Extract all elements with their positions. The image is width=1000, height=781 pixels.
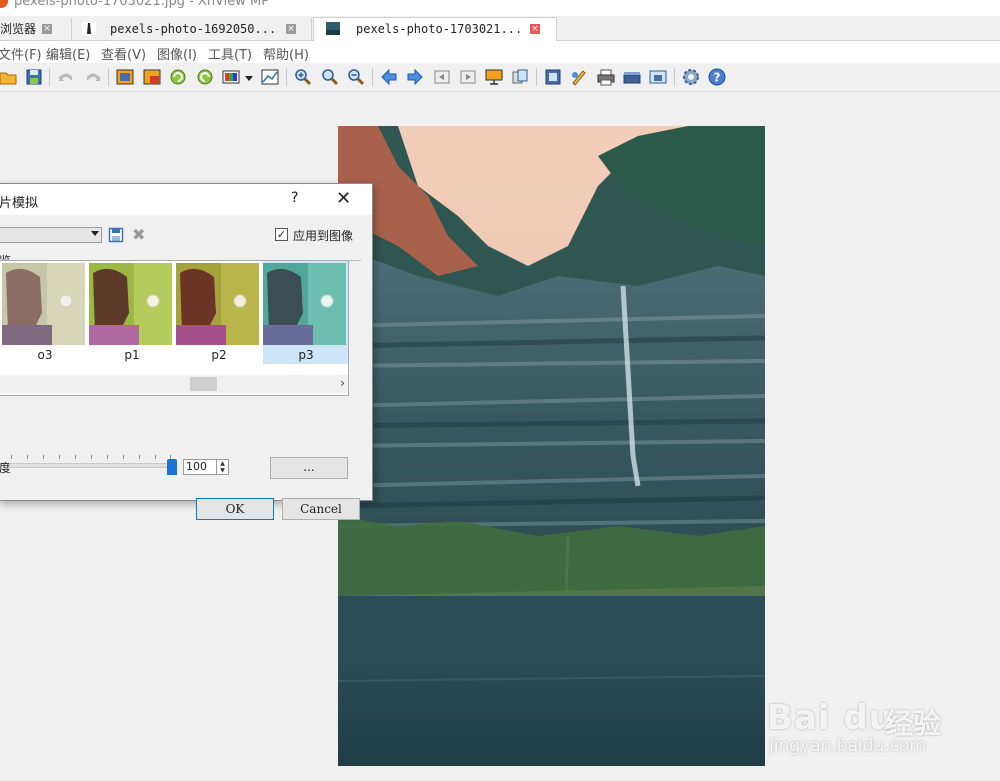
dialog-titlebar: 片模拟 ? ✕ <box>0 184 372 215</box>
help-button[interactable]: ? <box>291 190 298 206</box>
zoom-out-icon[interactable] <box>346 67 366 87</box>
slider-ticks <box>11 455 171 459</box>
levels-icon[interactable] <box>260 67 280 87</box>
thumbnail-o3[interactable]: o3 <box>2 261 88 364</box>
app-icon <box>0 0 8 8</box>
crop-icon[interactable] <box>142 67 162 87</box>
adjust-colors-icon[interactable] <box>221 67 241 87</box>
thumbnail-caption: p2 <box>211 348 227 362</box>
scrollbar-thumb[interactable] <box>190 377 217 391</box>
menu-image[interactable]: 图像(I) <box>157 44 197 63</box>
delete-preset-icon[interactable]: ✖ <box>132 227 148 243</box>
thumbnail-p2[interactable]: p2 <box>176 261 262 364</box>
dialog-body: ✖ ✓ 应用到图像 览 o3 p1 p2 <box>0 215 372 520</box>
chevron-down-icon[interactable] <box>244 67 254 87</box>
thumbnail-caption: p3 <box>298 348 314 362</box>
chevron-right-icon[interactable]: › <box>340 376 345 390</box>
menu-bar: 文件(F) 编辑(E) 查看(V) 图像(I) 工具(T) 帮助(H) <box>0 41 1000 63</box>
close-icon[interactable]: × <box>530 24 540 34</box>
ok-button[interactable]: OK <box>196 498 274 520</box>
zoom-fit-icon[interactable] <box>320 67 340 87</box>
image-thumb-icon <box>82 22 96 35</box>
fullscreen-icon[interactable] <box>543 67 563 87</box>
strength-slider-handle[interactable] <box>167 459 177 475</box>
dialog-title: 片模拟 <box>0 196 39 211</box>
thumbnail-caption: o3 <box>37 348 53 362</box>
strength-spinbox[interactable]: 100 ▲ ▼ <box>183 459 229 475</box>
thumbnail-p3[interactable]: p3 <box>263 261 348 364</box>
undo-icon[interactable] <box>56 67 76 87</box>
fit-window-icon[interactable] <box>115 67 135 87</box>
capture-icon[interactable] <box>648 67 668 87</box>
tab-photo-1703021[interactable]: pexels-photo-1703021... × <box>313 17 557 41</box>
tab-bar: 浏览器 × pexels-photo-1692050... × pexels-p… <box>0 16 1000 41</box>
window-title: pexels-photo-1703021.jpg - XnView MP <box>14 0 270 9</box>
menu-help[interactable]: 帮助(H) <box>263 44 309 63</box>
thumbnail-image <box>176 263 259 345</box>
thumbnail-caption: p1 <box>124 348 140 362</box>
toolbar: ? <box>0 63 1000 92</box>
film-simulation-dialog: 片模拟 ? ✕ ✖ ✓ 应用到图像 览 o3 <box>0 183 373 520</box>
previous-image-icon[interactable] <box>379 67 399 87</box>
compare-icon[interactable] <box>510 67 530 87</box>
cancel-button[interactable]: Cancel <box>282 498 360 520</box>
preset-select[interactable] <box>0 227 102 243</box>
print-icon[interactable] <box>596 67 616 87</box>
menu-edit[interactable]: 编辑(E) <box>46 44 90 63</box>
save-preset-icon[interactable] <box>108 227 124 243</box>
strength-slider[interactable] <box>9 463 173 468</box>
menu-tools[interactable]: 工具(T) <box>208 44 252 63</box>
thumbnail-image <box>263 263 346 345</box>
main-image-view[interactable] <box>338 126 765 766</box>
slideshow-icon[interactable] <box>484 67 504 87</box>
watermark-brand: Bai du <box>767 698 894 738</box>
strength-value: 100 <box>186 460 207 473</box>
paint-icon[interactable] <box>569 67 589 87</box>
more-options-button[interactable]: ... <box>270 457 348 479</box>
tab-label: pexels-photo-1703021... <box>356 22 523 36</box>
svg-text:?: ? <box>714 71 721 85</box>
waterfall-photo <box>338 126 765 766</box>
open-folder-icon[interactable] <box>0 67 18 87</box>
thumbnail-image <box>2 263 85 345</box>
save-icon[interactable] <box>24 67 44 87</box>
first-image-icon[interactable] <box>432 67 452 87</box>
zoom-in-icon[interactable] <box>293 67 313 87</box>
close-button[interactable]: ✕ <box>336 188 351 209</box>
help-icon[interactable]: ? <box>707 67 727 87</box>
tab-label: pexels-photo-1692050... <box>110 22 277 36</box>
thumbnail-p1[interactable]: p1 <box>89 261 175 364</box>
watermark-url: jingyan.baidu.com <box>769 736 926 756</box>
spin-down-icon[interactable]: ▼ <box>216 467 228 474</box>
tab-browser[interactable]: 浏览器 × <box>0 18 72 40</box>
horizontal-scrollbar[interactable]: › <box>0 375 348 393</box>
thumbnail-image <box>89 263 172 345</box>
apply-to-image-label: 应用到图像 <box>293 229 354 243</box>
preset-thumbnail-list: o3 p1 p2 p3 › <box>0 260 349 396</box>
menu-view[interactable]: 查看(V) <box>101 44 146 63</box>
window-titlebar: pexels-photo-1703021.jpg - XnView MP <box>0 0 1000 16</box>
image-thumb-icon <box>326 22 340 35</box>
baidu-jingyan-watermark: Bai du 经验 jingyan.baidu.com <box>765 676 1000 760</box>
settings-icon[interactable] <box>681 67 701 87</box>
menu-file[interactable]: 文件(F) <box>0 44 42 63</box>
close-icon[interactable]: × <box>42 24 52 34</box>
apply-to-image-checkbox[interactable]: ✓ <box>275 228 288 241</box>
last-image-icon[interactable] <box>458 67 478 87</box>
next-image-icon[interactable] <box>405 67 425 87</box>
rotate-right-icon[interactable] <box>195 67 215 87</box>
close-icon[interactable]: × <box>286 24 296 34</box>
redo-icon[interactable] <box>83 67 103 87</box>
scanner-icon[interactable] <box>622 67 642 87</box>
tab-label: 浏览器 <box>0 22 37 36</box>
chevron-down-icon <box>91 231 99 236</box>
spin-up-icon[interactable]: ▲ <box>216 460 228 467</box>
tab-photo-1692050[interactable]: pexels-photo-1692050... × <box>72 18 312 40</box>
rotate-left-icon[interactable] <box>168 67 188 87</box>
